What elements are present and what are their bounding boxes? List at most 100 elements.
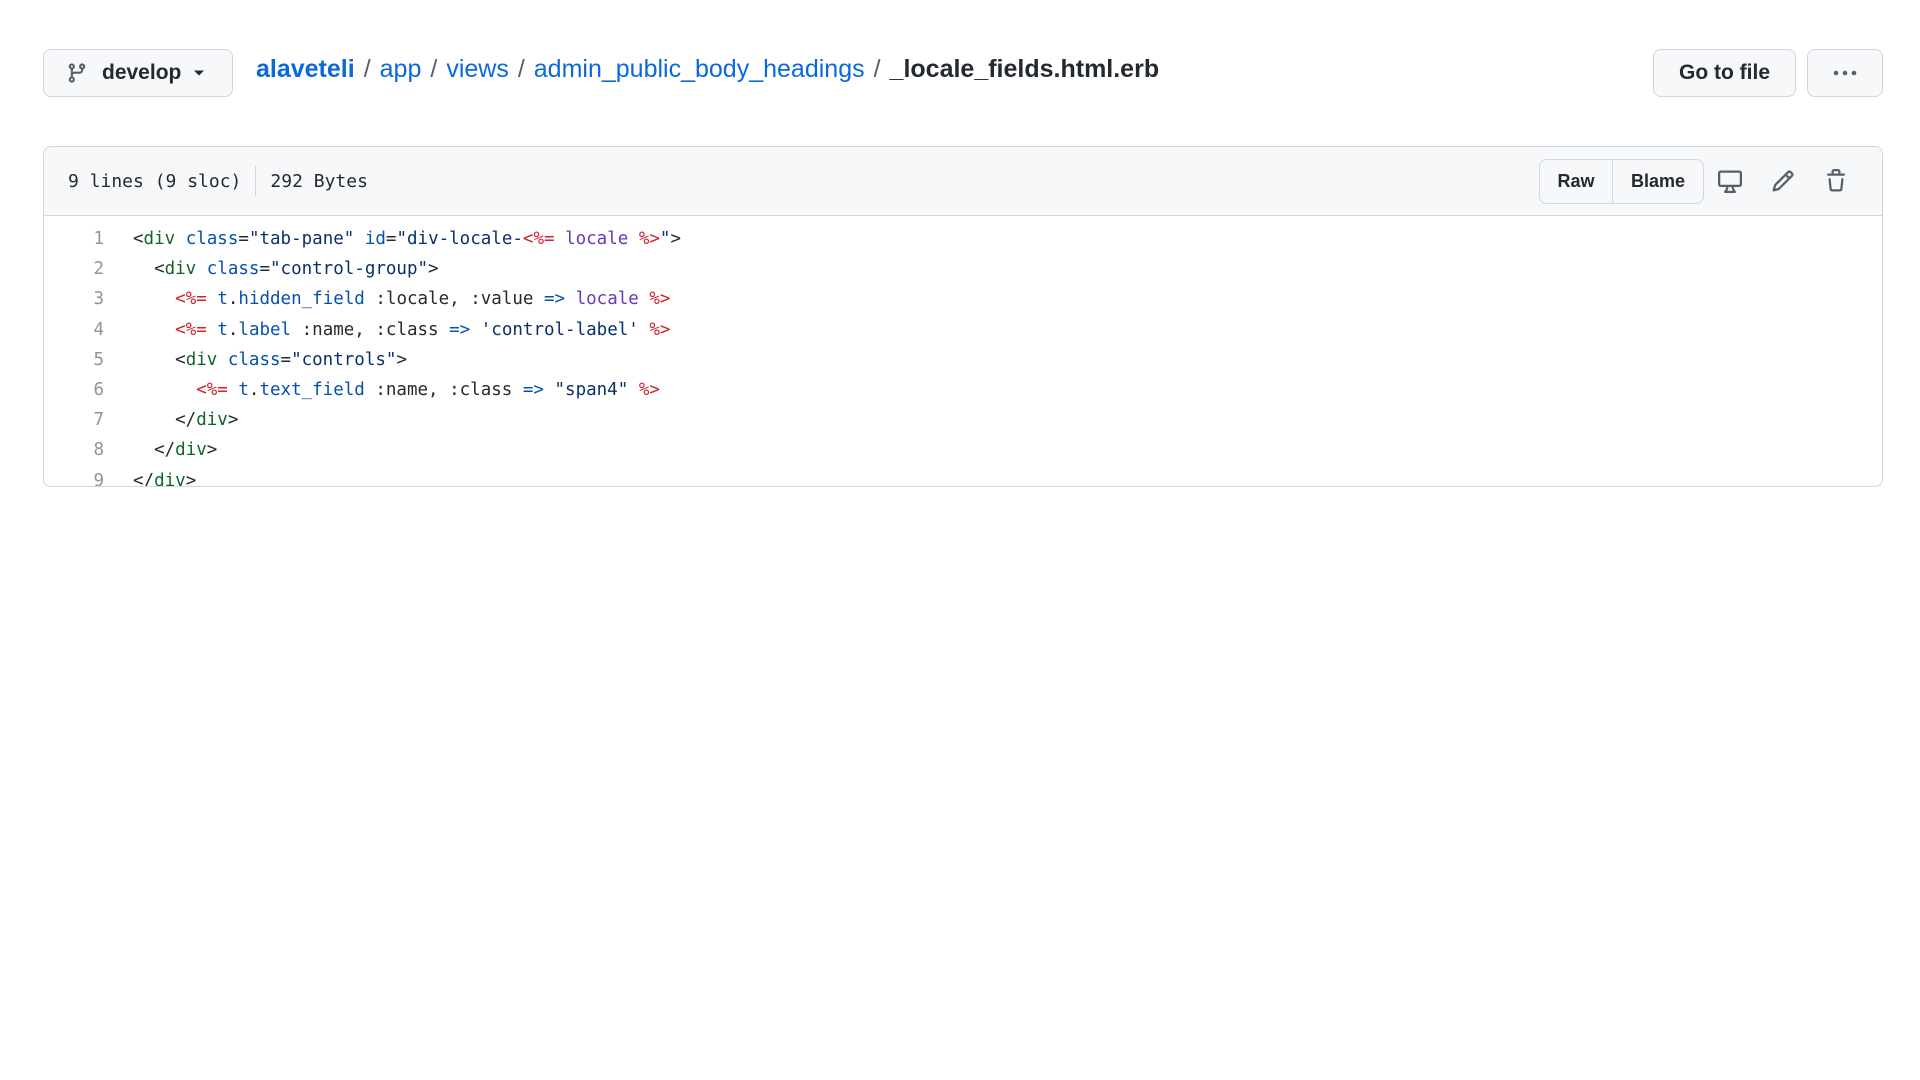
code-token: t <box>217 319 228 340</box>
code-token: 'control-label' <box>480 319 639 340</box>
line-number[interactable]: 8 <box>44 440 104 460</box>
code-token: => <box>449 319 471 340</box>
code-token: div <box>143 229 176 250</box>
code-token: %> <box>638 229 660 250</box>
line-number[interactable]: 6 <box>44 380 104 400</box>
file-navigation: develop alaveteli / app / views / admin_… <box>43 49 1883 97</box>
code-line: 8 </div> <box>44 435 1882 465</box>
raw-button[interactable]: Raw <box>1540 160 1613 203</box>
code-token: = <box>385 229 397 250</box>
code-token: < <box>133 259 165 280</box>
code-token: . <box>227 319 239 340</box>
more-options-button[interactable] <box>1807 49 1883 97</box>
code-token: <%= <box>522 229 555 250</box>
file-line-count: 9 lines (9 sloc) <box>68 170 242 192</box>
caret-down-icon <box>193 69 205 77</box>
branch-select-button[interactable]: develop <box>43 49 233 97</box>
code-token: locale <box>575 289 639 310</box>
file-meta-divider <box>255 166 257 196</box>
code-token: hidden_field <box>238 289 365 310</box>
code-token: "span4" <box>554 380 629 401</box>
code-token: > <box>670 229 681 250</box>
line-number[interactable]: 4 <box>44 320 104 340</box>
code-token: <%= <box>175 289 207 310</box>
code-token: label <box>238 319 292 340</box>
code-token: > <box>185 470 197 487</box>
code-token: :name, :class <box>291 319 450 340</box>
trash-icon[interactable] <box>1822 167 1850 195</box>
code-token: %> <box>649 289 671 310</box>
code-line: 3 <%= t.hidden_field :locale, :value => … <box>44 284 1882 314</box>
code-token: text_field <box>259 380 365 401</box>
code-token: %> <box>649 319 671 340</box>
code-token: > <box>428 259 439 280</box>
code-token: " <box>659 229 671 250</box>
code-token: class <box>185 229 239 250</box>
code-token: </ <box>133 440 176 461</box>
code-token: "controls" <box>291 349 397 370</box>
breadcrumb-repo-link[interactable]: alaveteli <box>256 55 355 84</box>
breadcrumb-link-views[interactable]: views <box>446 55 509 84</box>
pencil-icon[interactable] <box>1769 167 1797 195</box>
code-token: t <box>217 289 228 310</box>
line-content: <%= t.text_field :name, :class => "span4… <box>133 380 660 400</box>
git-branch-icon <box>66 61 88 85</box>
code-token: locale <box>565 229 629 250</box>
code-token: < <box>133 229 144 250</box>
line-number[interactable]: 9 <box>44 471 104 486</box>
code-token: <%= <box>196 380 228 401</box>
code-body: 1 <div class="tab-pane" id="div-locale-<%… <box>44 216 1882 487</box>
code-token: . <box>248 380 260 401</box>
file-viewer: 9 lines (9 sloc) 292 Bytes Raw Blame 1 <d… <box>43 146 1883 487</box>
line-content: <%= t.label :name, :class => 'control-la… <box>133 320 670 340</box>
code-token: "control-group" <box>270 259 429 280</box>
desktop-icon[interactable] <box>1716 167 1744 195</box>
code-token: > <box>206 440 218 461</box>
code-token: div <box>196 410 228 431</box>
code-token: < <box>133 349 186 370</box>
breadcrumb-link-admin-public-body-headings[interactable]: admin_public_body_headings <box>534 55 865 84</box>
line-number[interactable]: 3 <box>44 289 104 309</box>
go-to-file-button[interactable]: Go to file <box>1653 49 1796 97</box>
code-token: = <box>259 259 270 280</box>
code-line: 5 <div class="controls"> <box>44 345 1882 375</box>
code-token: "div-locale- <box>396 229 523 250</box>
line-number[interactable]: 7 <box>44 410 104 430</box>
line-number[interactable]: 1 <box>44 229 104 249</box>
breadcrumb-separator: / <box>430 54 438 83</box>
line-content: </div> <box>133 440 217 460</box>
breadcrumb-link-app[interactable]: app <box>380 55 422 84</box>
line-number[interactable]: 5 <box>44 350 104 370</box>
code-token: </ <box>133 410 197 431</box>
blame-button[interactable]: Blame <box>1613 160 1703 203</box>
file-header: 9 lines (9 sloc) 292 Bytes Raw Blame <box>44 147 1882 216</box>
code-line: 1 <div class="tab-pane" id="div-locale-<%… <box>44 224 1882 254</box>
code-token: div <box>164 259 197 280</box>
code-token: . <box>227 289 239 310</box>
code-token: div <box>154 470 186 487</box>
code-token: :locale, :value <box>364 289 544 310</box>
code-line: 4 <%= t.label :name, :class => 'control-… <box>44 315 1882 345</box>
code-token: %> <box>638 380 660 401</box>
code-line: 2 <div class="control-group"> <box>44 254 1882 284</box>
breadcrumb-separator: / <box>517 54 525 83</box>
line-number[interactable]: 2 <box>44 259 104 279</box>
code-token: div <box>185 349 218 370</box>
code-token: = <box>238 229 249 250</box>
code-token: => <box>543 289 566 310</box>
code-token: id <box>364 229 386 250</box>
code-line: 6 <%= t.text_field :name, :class => "spa… <box>44 375 1882 405</box>
